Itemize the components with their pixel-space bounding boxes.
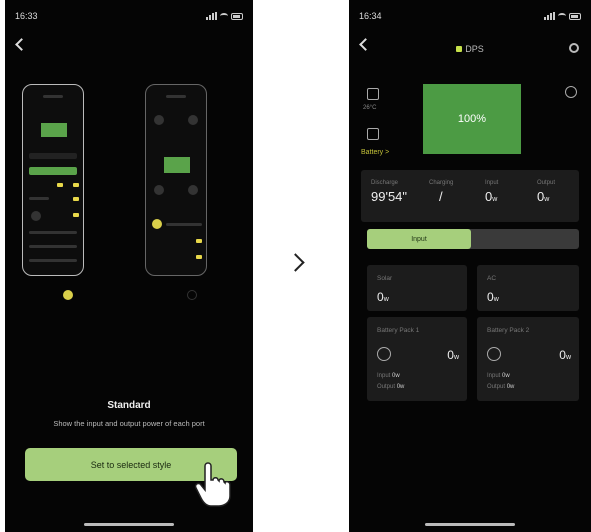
temperature-label: 26°C (363, 105, 377, 111)
device-status-dot (456, 46, 463, 52)
status-bar: 16:33 (15, 10, 243, 22)
battery-link[interactable]: Battery > (361, 149, 389, 156)
radio-alternative[interactable] (187, 290, 197, 300)
status-time: 16:33 (15, 11, 38, 21)
status-bar: 16:34 (359, 10, 581, 22)
battery-status-icon (231, 12, 243, 20)
wifi-icon (220, 13, 228, 19)
stats-panel: Discharge 99'54" Charging / Input 0w Out… (361, 170, 579, 222)
style-title: Standard (107, 400, 151, 411)
battery-pack-icon (377, 347, 391, 361)
device-title: DPS (349, 44, 591, 54)
home-indicator (84, 523, 174, 526)
battery-percent: 100% (457, 113, 487, 125)
power-icon[interactable] (565, 86, 577, 98)
battery-status-icon (569, 12, 581, 20)
io-tabs: Input (367, 229, 579, 249)
ac-card: AC 0w (477, 265, 579, 311)
tab-output[interactable] (471, 229, 579, 249)
device-name: DPS (465, 44, 484, 54)
solar-card: Solar 0w (367, 265, 467, 311)
gear-icon[interactable] (569, 43, 579, 53)
stat-output: Output 0w (537, 180, 556, 204)
device-screen: 16:34 DPS 26°C Battery > 100% Discharge … (349, 0, 591, 532)
style-description: Show the input and output power of each … (53, 419, 205, 428)
back-chevron-icon[interactable] (15, 38, 28, 51)
battery-level-panel: 100% (423, 84, 521, 154)
radio-standard-selected[interactable] (63, 290, 73, 300)
signal-icon (206, 12, 217, 20)
stat-input: Input 0w (485, 180, 499, 204)
battery-icon[interactable] (367, 128, 379, 140)
style-preview-standard[interactable] (22, 84, 84, 276)
home-indicator (425, 523, 515, 526)
battery-pack-1-card: Battery Pack 1 0w Input 0w Output 0w (367, 317, 467, 401)
signal-icon (544, 12, 555, 20)
style-preview-alternative[interactable] (145, 84, 207, 276)
battery-pack-icon (487, 347, 501, 361)
chevron-right-icon (286, 253, 305, 272)
status-time: 16:34 (359, 11, 382, 21)
stat-charging: Charging / (429, 180, 454, 204)
tap-hand-icon (194, 462, 231, 507)
stat-discharge: Discharge 99'54" (371, 180, 408, 204)
style-selection-screen: 16:33 Standard Show the input and output… (5, 0, 253, 532)
wifi-icon (558, 13, 566, 19)
tab-input[interactable]: Input (367, 229, 471, 249)
thermometer-icon (367, 88, 379, 100)
battery-pack-2-card: Battery Pack 2 0w Input 0w Output 0w (477, 317, 579, 401)
